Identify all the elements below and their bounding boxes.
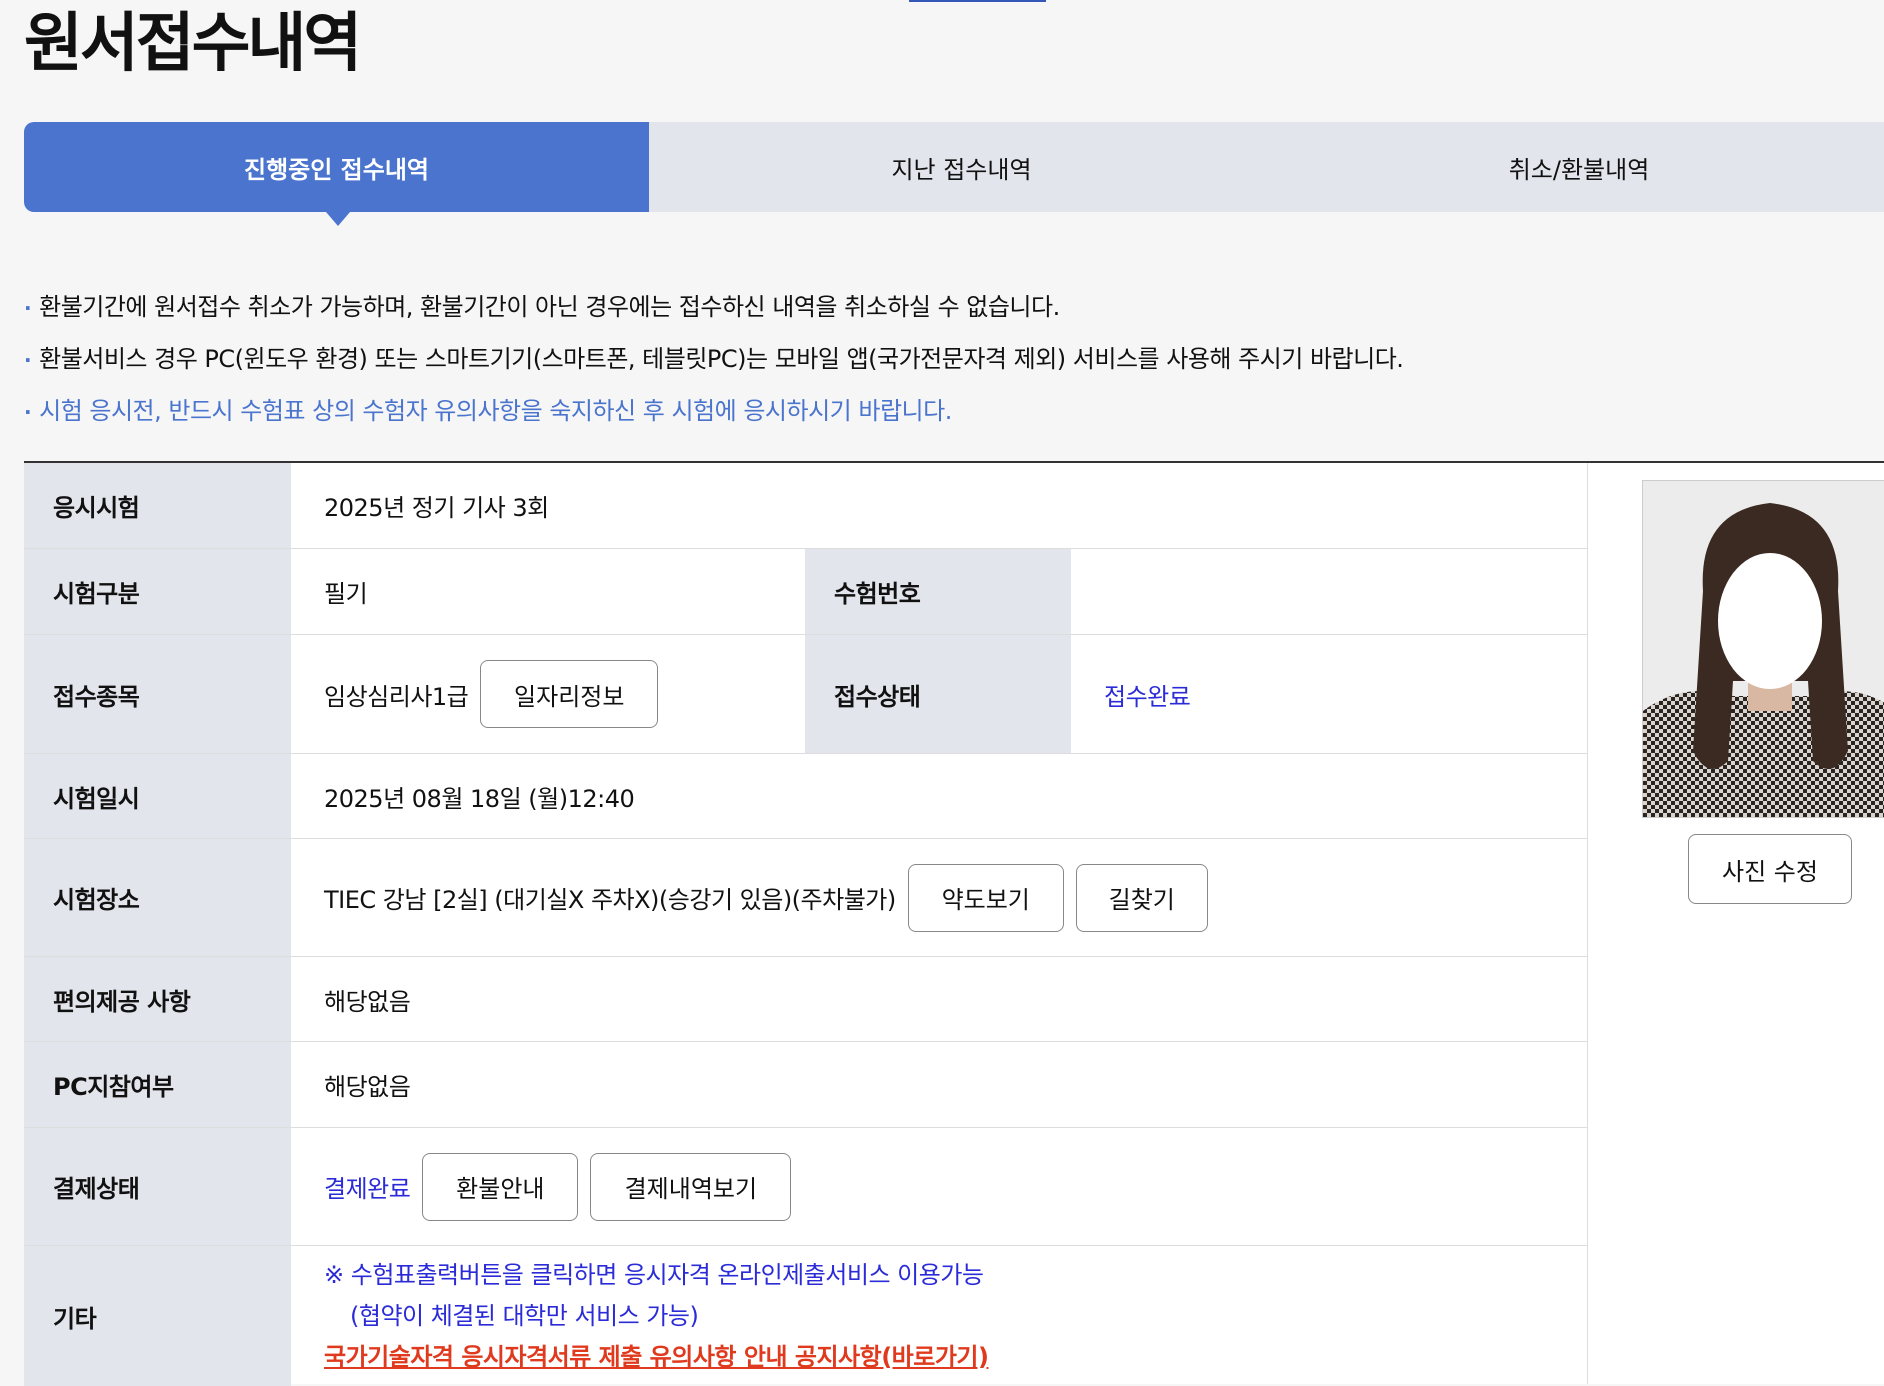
- label-convenience: 편의제공 사항: [24, 957, 291, 1041]
- row-place: 시험장소 TIEC 강남 [2실] (대기실X 주차X)(승강기 있음)(주차불…: [24, 839, 1587, 957]
- row-type: 시험구분 필기 수험번호: [24, 549, 1587, 635]
- top-accent-bar: [909, 0, 1046, 2]
- page-title: 원서접수내역: [24, 7, 362, 81]
- row-pc: PC지참여부 해당없음: [24, 1042, 1587, 1128]
- bullet-icon: ·: [24, 400, 32, 424]
- etc-notice-link[interactable]: 국가기술자격 응시자격서류 제출 유의사항 안내 공지사항(바로가기): [324, 1337, 989, 1378]
- value-place-cell: TIEC 강남 [2실] (대기실X 주차X)(승강기 있음)(주차불가) 약도…: [291, 839, 1208, 956]
- route-button[interactable]: 길찾기: [1075, 863, 1208, 932]
- tab-bar: 진행중인 접수내역 지난 접수내역 취소/환불내역: [24, 122, 1884, 226]
- label-item: 접수종목: [24, 635, 291, 753]
- edit-photo-button[interactable]: 사진 수정: [1688, 834, 1852, 904]
- bullet-icon: ·: [24, 296, 32, 320]
- value-pc: 해당없음: [324, 1073, 411, 1101]
- applicant-photo-image: [1643, 481, 1884, 817]
- value-item: 임상심리사1급: [324, 682, 469, 711]
- registration-info-table: 응시시험 2025년 정기 기사 3회 시험구분 필기 수험번호 접수종목 임상…: [24, 461, 1884, 1386]
- row-exam: 응시시험 2025년 정기 기사 3회: [24, 463, 1587, 549]
- label-exam-type: 시험구분: [24, 549, 291, 634]
- value-date: 2025년 08월 18일 (월)12:40: [324, 784, 635, 813]
- job-info-button[interactable]: 일자리정보: [480, 660, 659, 728]
- value-exam: 2025년 정기 기사 3회: [324, 494, 549, 522]
- label-status: 접수상태: [805, 635, 1071, 753]
- etc-notice-subline: (협약이 체결된 대학만 서비스 가능): [350, 1301, 699, 1330]
- map-button[interactable]: 약도보기: [907, 863, 1064, 932]
- row-convenience: 편의제공 사항 해당없음: [24, 957, 1587, 1042]
- notice-list: · 환불기간에 원서접수 취소가 가능하며, 환불기간이 아닌 경우에는 접수하신…: [24, 282, 1404, 438]
- payment-history-button[interactable]: 결제내역보기: [590, 1152, 792, 1221]
- photo-column: 사진 수정: [1587, 463, 1884, 1384]
- refund-info-button[interactable]: 환불안내: [422, 1152, 579, 1221]
- value-place: TIEC 강남 [2실] (대기실X 주차X)(승강기 있음)(주차불가): [324, 886, 896, 914]
- etc-notice-line: ※ 수험표출력버튼을 클릭하면 응시자격 온라인제출서비스 이용가능: [324, 1260, 984, 1289]
- notice-text: 환불서비스 경우 PC(윈도우 환경) 또는 스마트기기(스마트폰, 테블릿PC…: [39, 345, 1404, 373]
- bullet-icon: ·: [24, 348, 32, 372]
- label-date: 시험일시: [24, 754, 291, 838]
- notice-item: · 환불서비스 경우 PC(윈도우 환경) 또는 스마트기기(스마트폰, 테블릿P…: [24, 334, 1404, 386]
- label-place: 시험장소: [24, 839, 291, 956]
- label-etc: 기타: [24, 1246, 291, 1386]
- notice-text: 시험 응시전, 반드시 수험표 상의 수험자 유의사항을 숙지하신 후 시험에 …: [39, 397, 952, 425]
- value-payment: 결제완료: [324, 1175, 411, 1203]
- row-item: 접수종목 임상심리사1급 일자리정보 접수상태 접수완료: [24, 635, 1587, 754]
- row-etc: 기타 ※ 수험표출력버튼을 클릭하면 응시자격 온라인제출서비스 이용가능 (협…: [24, 1246, 1587, 1386]
- applicant-photo: [1642, 480, 1884, 818]
- value-exam-type: 필기: [324, 580, 368, 608]
- row-date: 시험일시 2025년 08월 18일 (월)12:40: [24, 754, 1587, 839]
- notice-text: 환불기간에 원서접수 취소가 가능하며, 환불기간이 아닌 경우에는 접수하신 …: [39, 293, 1060, 321]
- value-etc-cell: ※ 수험표출력버튼을 클릭하면 응시자격 온라인제출서비스 이용가능 (협약이 …: [291, 1246, 989, 1386]
- tab-ongoing[interactable]: 진행중인 접수내역: [24, 122, 649, 226]
- tab-past[interactable]: 지난 접수내역: [649, 122, 1274, 212]
- label-exam-number: 수험번호: [805, 549, 1071, 634]
- notice-item-highlight: · 시험 응시전, 반드시 수험표 상의 수험자 유의사항을 숙지하신 후 시험에…: [24, 386, 1403, 438]
- notice-item: · 환불기간에 원서접수 취소가 가능하며, 환불기간이 아닌 경우에는 접수하신…: [24, 282, 1403, 334]
- value-payment-cell: 결제완료 환불안내 결제내역보기: [291, 1128, 792, 1245]
- label-exam: 응시시험: [24, 463, 291, 548]
- label-payment: 결제상태: [24, 1128, 291, 1245]
- value-status: 접수완료: [1104, 682, 1191, 711]
- tab-cancel-refund[interactable]: 취소/환불내역: [1274, 122, 1884, 212]
- row-payment: 결제상태 결제완료 환불안내 결제내역보기: [24, 1128, 1587, 1246]
- value-item-cell: 임상심리사1급 일자리정보: [291, 635, 659, 753]
- label-pc: PC지참여부: [24, 1042, 291, 1127]
- value-convenience: 해당없음: [324, 987, 411, 1016]
- value-exam-number: [1071, 549, 1104, 634]
